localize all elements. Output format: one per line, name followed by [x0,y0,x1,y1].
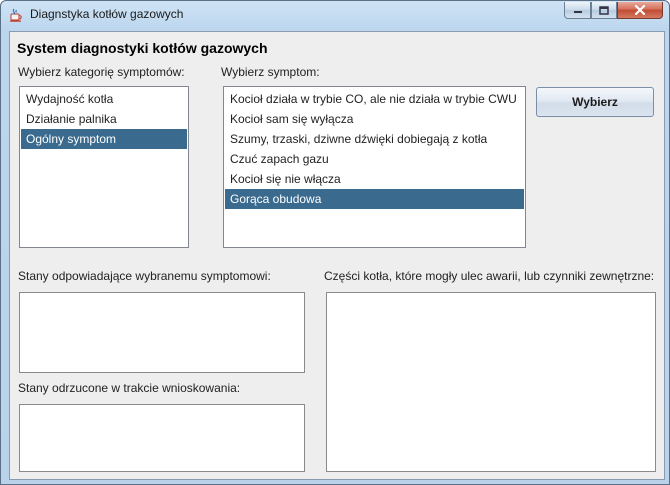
java-cup-icon [8,7,24,23]
main-panel: System diagnostyki kotłów gazowych Wybie… [9,31,665,480]
category-item-palnik[interactable]: Działanie palnika [21,109,187,129]
symptom-list[interactable]: Kocioł działa w trybie CO, ale nie dział… [223,86,526,248]
symptom-item[interactable]: Czuć zapach gazu [225,149,524,169]
category-list[interactable]: Wydajność kotła Działanie palnika Ogólny… [19,86,189,248]
symptom-item[interactable]: Szumy, trzaski, dziwne dźwięki dobiegają… [225,129,524,149]
parts-output[interactable] [326,292,656,472]
maximize-button[interactable] [591,2,617,19]
category-item-ogolny[interactable]: Ogólny symptom [21,129,187,149]
close-button[interactable] [617,2,663,19]
minimize-button[interactable] [564,2,591,19]
symptom-item-selected[interactable]: Gorąca obudowa [225,189,524,209]
app-window: Diagnstyka kotłów gazowych System diagno… [0,0,670,485]
states-rejected-label: Stany odrzucone w trakcie wnioskowania: [18,381,241,395]
title-bar[interactable]: Diagnstyka kotłów gazowych [1,1,669,29]
category-label: Wybierz kategorię symptomów: [18,65,185,79]
minimize-icon [573,11,582,13]
window-title: Diagnstyka kotłów gazowych [30,7,184,21]
states-rejected-output[interactable] [19,404,305,472]
page-title: System diagnostyki kotłów gazowych [17,40,268,56]
choose-button[interactable]: Wybierz [536,87,654,117]
symptom-item[interactable]: Kocioł działa w trybie CO, ale nie dział… [225,89,524,109]
symptom-item[interactable]: Kocioł sam się wyłącza [225,109,524,129]
close-icon [634,5,646,15]
states-matching-label: Stany odpowiadające wybranemu symptomowi… [18,269,271,283]
symptom-label: Wybierz symptom: [221,65,320,79]
states-matching-output[interactable] [19,292,305,373]
symptom-item[interactable]: Kocioł się nie włącza [225,169,524,189]
category-item-wydajnosc[interactable]: Wydajność kotła [21,89,187,109]
maximize-icon [599,5,609,15]
parts-label: Części kotła, które mogły ulec awarii, l… [324,269,655,283]
